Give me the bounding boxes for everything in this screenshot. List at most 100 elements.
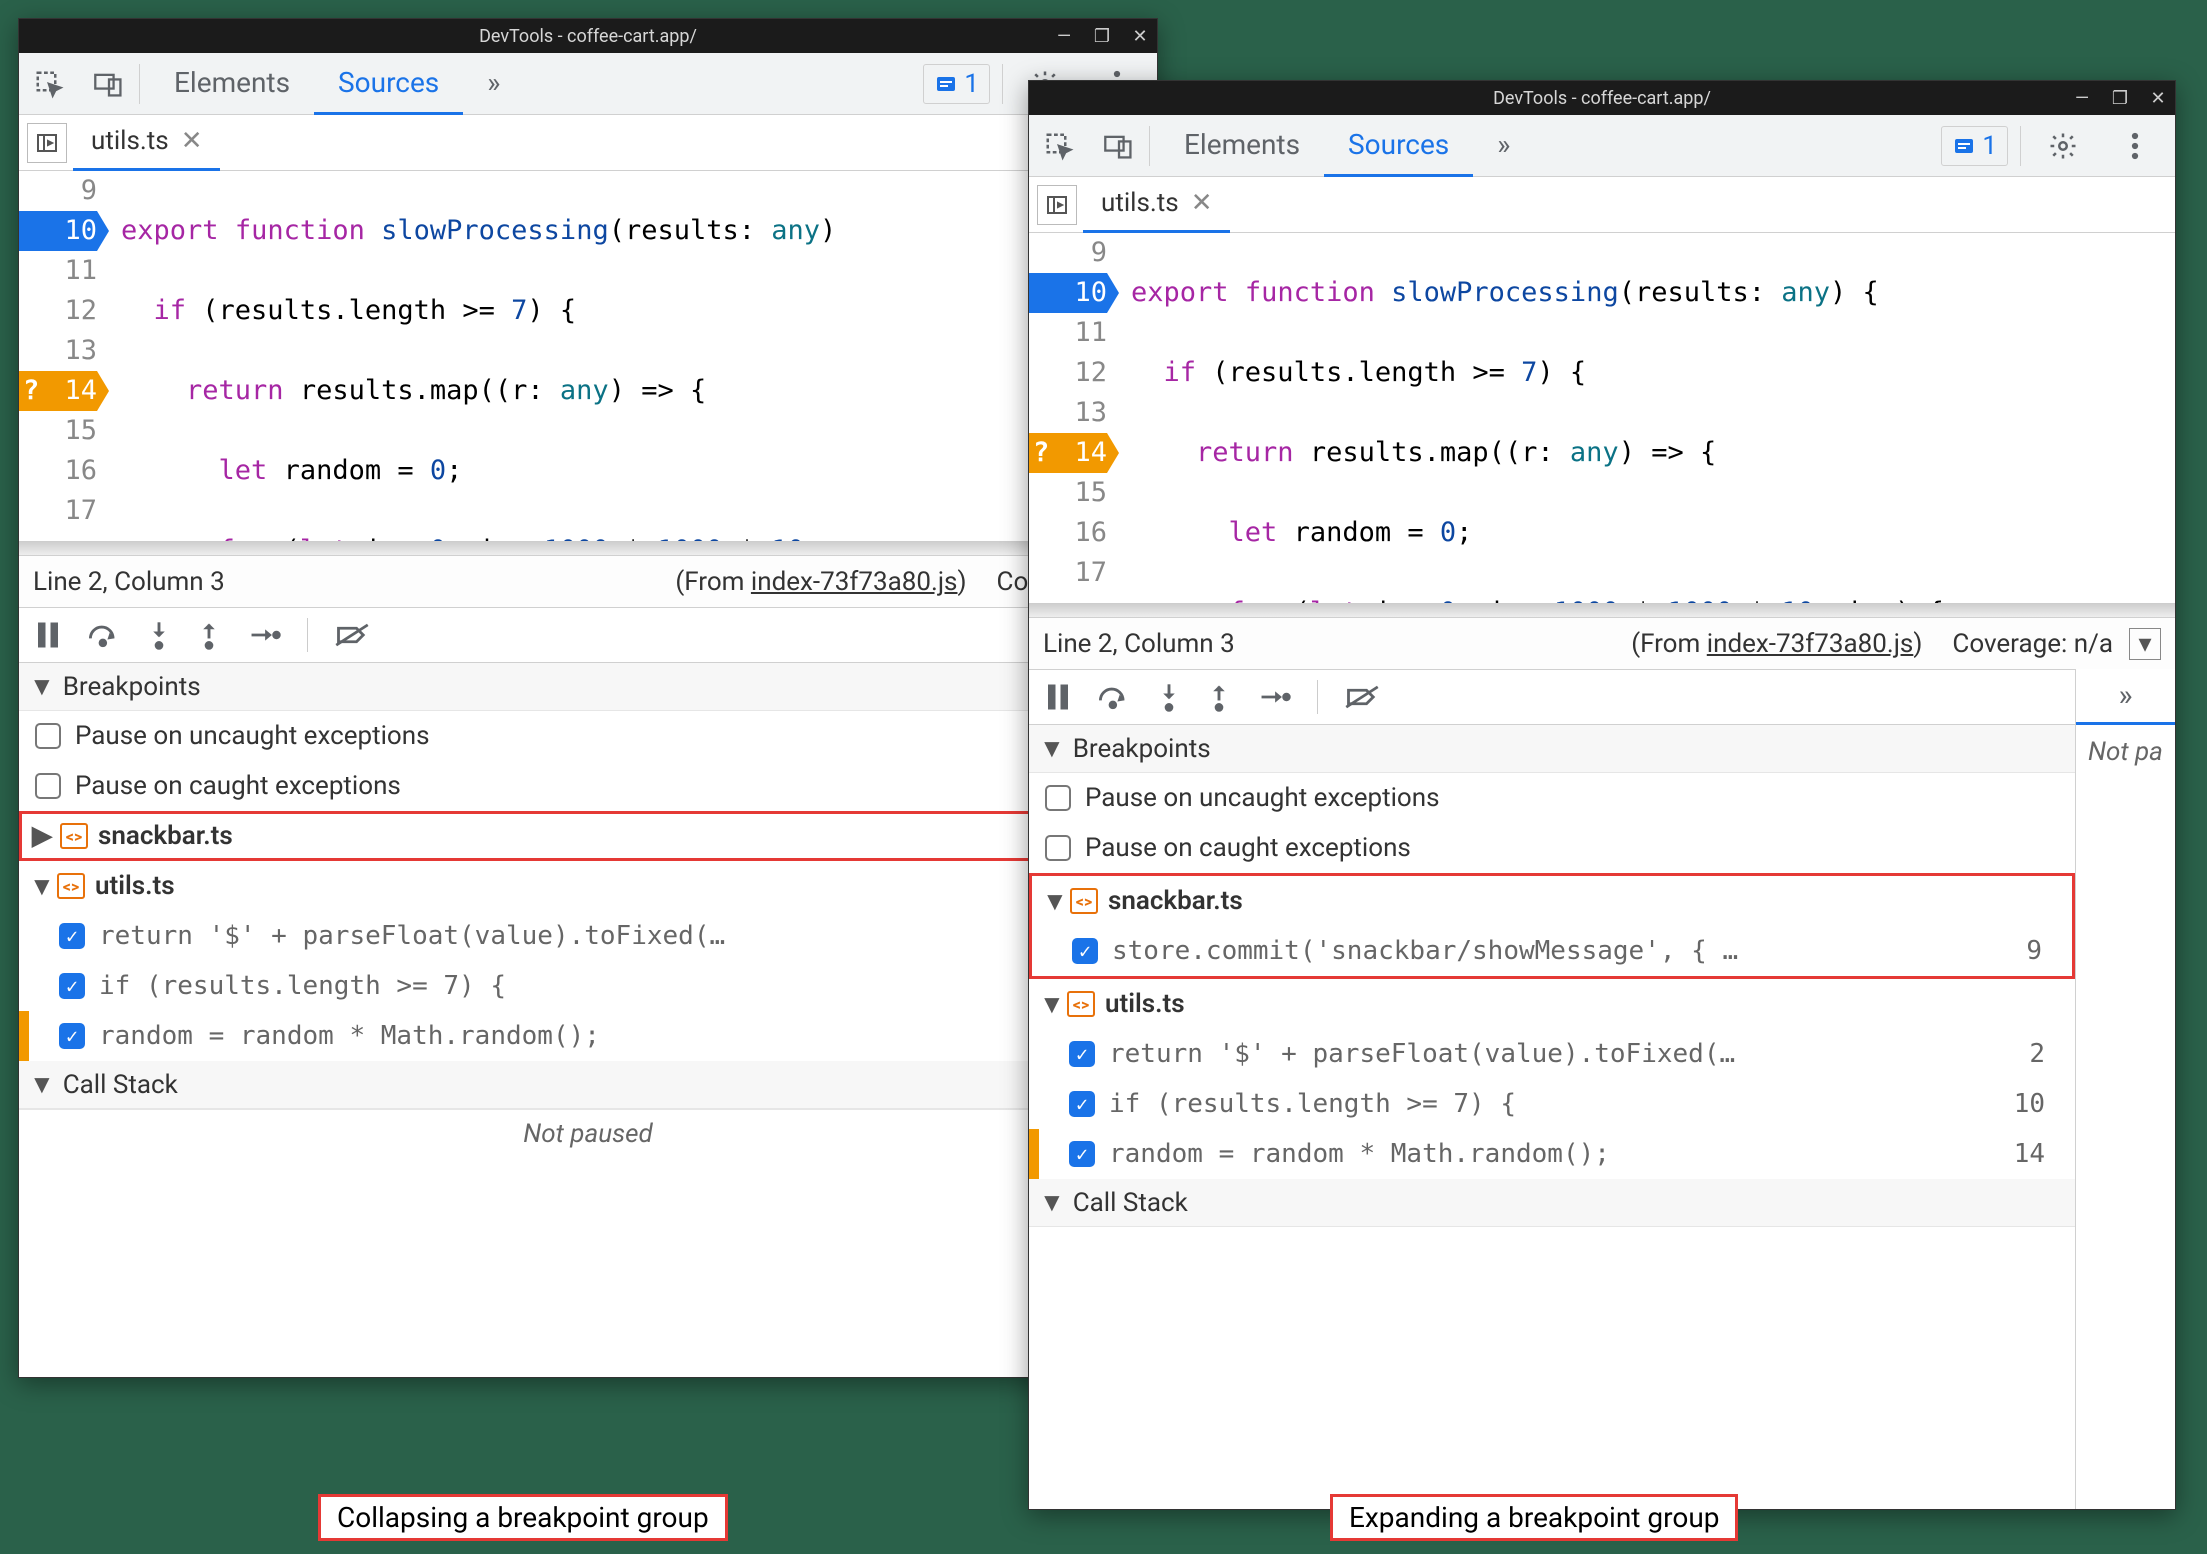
tab-elements[interactable]: Elements: [1160, 115, 1324, 177]
navigator-toggle-icon[interactable]: [1037, 185, 1077, 225]
sourcemap-link[interactable]: index-73f73a80.js: [1707, 629, 1914, 659]
gear-icon[interactable]: [2033, 131, 2093, 161]
cursor-position: Line 2, Column 3: [33, 567, 225, 597]
code-content[interactable]: export function slowProcessing(results: …: [109, 171, 836, 541]
divider: [1317, 680, 1318, 714]
step-out-icon[interactable]: [1207, 682, 1231, 712]
divider: [2020, 126, 2021, 166]
call-stack-empty: Not paused: [19, 1109, 1157, 1157]
checkbox[interactable]: ✓: [59, 973, 85, 999]
chevron-right-icon: ▶: [32, 821, 50, 851]
coverage-dropdown-icon[interactable]: ▾: [2129, 628, 2161, 660]
caption-right: Expanding a breakpoint group: [1330, 1494, 1738, 1541]
caption-left: Collapsing a breakpoint group: [318, 1494, 728, 1541]
close-window-button[interactable]: ✕: [1129, 26, 1151, 47]
breakpoint-row[interactable]: ✓ random = random * Math.random(); 14: [1029, 1129, 2075, 1179]
checkbox[interactable]: [35, 723, 61, 749]
step-over-icon[interactable]: [1097, 684, 1131, 710]
deactivate-breakpoints-icon[interactable]: [1344, 684, 1380, 710]
tab-overflow[interactable]: »: [1473, 115, 1534, 177]
breakpoint-group-snackbar[interactable]: ▶ <> snackbar.ts: [19, 811, 1157, 861]
step-icon[interactable]: [247, 625, 281, 645]
debugger-toolbar: [1029, 669, 2075, 725]
breakpoint-group-utils[interactable]: ▼ <> utils.ts: [1029, 979, 2075, 1029]
maximize-button[interactable]: ❐: [1091, 26, 1113, 47]
breakpoints-header[interactable]: ▼ Breakpoints: [19, 663, 1157, 711]
chevron-down-icon: ▼: [1039, 989, 1057, 1020]
checkbox[interactable]: ✓: [1072, 938, 1098, 964]
step-over-icon[interactable]: [87, 622, 121, 648]
checkbox[interactable]: ✓: [59, 1023, 85, 1049]
navigator-toggle-icon[interactable]: [27, 123, 67, 163]
callstack-header[interactable]: ▼ Call Stack: [19, 1061, 1157, 1109]
breakpoint-row[interactable]: ✓ random = random * Math.random(); 14: [19, 1011, 1157, 1061]
sourcemap-link[interactable]: index-73f73a80.js: [751, 567, 958, 597]
step-out-icon[interactable]: [197, 620, 221, 650]
close-icon[interactable]: ✕: [181, 126, 203, 156]
minimize-button[interactable]: —: [2071, 88, 2093, 109]
horizontal-scrollbar[interactable]: [19, 541, 1157, 555]
device-toggle-icon[interactable]: [1089, 131, 1149, 161]
code-editor[interactable]: 9 10 11 12 13 14 15 16 17 export functio…: [1029, 233, 2175, 603]
issues-badge[interactable]: 1: [1941, 126, 2008, 166]
debugger-toolbar: [19, 607, 1157, 663]
breakpoint-row[interactable]: ✓ store.commit('snackbar/showMessage', {…: [1032, 926, 2072, 976]
checkbox[interactable]: [1045, 785, 1071, 811]
file-tab-utils[interactable]: utils.ts ✕: [73, 115, 220, 171]
code-content[interactable]: export function slowProcessing(results: …: [1119, 233, 1944, 603]
window-titlebar: DevTools - coffee-cart.app/ — ❐ ✕: [1029, 81, 2175, 115]
pause-caught-row[interactable]: Pause on caught exceptions: [1029, 823, 2075, 873]
issues-badge[interactable]: 1: [923, 64, 990, 104]
deactivate-breakpoints-icon[interactable]: [334, 622, 370, 648]
breakpoint-row[interactable]: ✓ return '$' + parseFloat(value).toFixed…: [1029, 1029, 2075, 1079]
checkbox[interactable]: ✓: [1069, 1041, 1095, 1067]
chevron-down-icon: ▼: [1039, 1187, 1065, 1218]
divider: [139, 64, 140, 104]
checkbox[interactable]: ✓: [1069, 1091, 1095, 1117]
step-into-icon[interactable]: [147, 620, 171, 650]
chevron-down-icon: ▼: [29, 871, 47, 902]
issues-count: 1: [1982, 131, 1997, 161]
gutter[interactable]: 9 10 11 12 13 14 15 16 17: [19, 171, 109, 541]
minimize-button[interactable]: —: [1053, 26, 1075, 47]
step-icon[interactable]: [1257, 687, 1291, 707]
horizontal-scrollbar[interactable]: [1029, 603, 2175, 617]
step-into-icon[interactable]: [1157, 682, 1181, 712]
inspect-icon[interactable]: [19, 69, 79, 99]
breakpoints-pane: Pause on uncaught exceptions Pause on ca…: [1029, 773, 2075, 1179]
gutter[interactable]: 9 10 11 12 13 14 15 16 17: [1029, 233, 1119, 603]
chevron-down-icon: ▼: [29, 1069, 55, 1100]
close-window-button[interactable]: ✕: [2147, 88, 2169, 109]
file-tab-utils[interactable]: utils.ts ✕: [1083, 177, 1230, 233]
breakpoints-header[interactable]: ▼ Breakpoints: [1029, 725, 2075, 773]
breakpoint-row[interactable]: ✓ if (results.length >= 7) { 10: [1029, 1079, 2075, 1129]
sidebar-not-paused: Not pa: [2076, 725, 2175, 1509]
overflow-tabs-icon[interactable]: »: [2076, 669, 2175, 725]
inspect-icon[interactable]: [1029, 131, 1089, 161]
editor-statusbar: Line 2, Column 3 (From index-73f73a80.js…: [19, 555, 1157, 607]
tab-elements[interactable]: Elements: [150, 53, 314, 115]
breakpoint-row[interactable]: ✓ if (results.length >= 7) { 10: [19, 961, 1157, 1011]
tab-sources[interactable]: Sources: [314, 53, 463, 115]
ts-file-icon: <>: [1067, 991, 1095, 1017]
device-toggle-icon[interactable]: [79, 69, 139, 99]
breakpoint-row[interactable]: ✓ return '$' + parseFloat(value).toFixed…: [19, 911, 1157, 961]
pause-icon[interactable]: [35, 620, 61, 650]
breakpoint-group-snackbar[interactable]: ▼ <> snackbar.ts: [1032, 876, 2072, 926]
callstack-header[interactable]: ▼ Call Stack: [1029, 1179, 2075, 1227]
pause-caught-row[interactable]: Pause on caught exceptions: [19, 761, 1157, 811]
checkbox[interactable]: ✓: [59, 923, 85, 949]
code-editor[interactable]: 9 10 11 12 13 14 15 16 17 export functio…: [19, 171, 1157, 541]
checkbox[interactable]: [35, 773, 61, 799]
tab-overflow[interactable]: »: [463, 53, 524, 115]
checkbox[interactable]: ✓: [1069, 1141, 1095, 1167]
close-icon[interactable]: ✕: [1191, 188, 1213, 218]
pause-icon[interactable]: [1045, 682, 1071, 712]
tab-sources[interactable]: Sources: [1324, 115, 1473, 177]
pause-uncaught-row[interactable]: Pause on uncaught exceptions: [1029, 773, 2075, 823]
kebab-icon[interactable]: [2105, 131, 2165, 161]
breakpoint-group-utils[interactable]: ▼ <> utils.ts: [19, 861, 1157, 911]
pause-uncaught-row[interactable]: Pause on uncaught exceptions: [19, 711, 1157, 761]
maximize-button[interactable]: ❐: [2109, 88, 2131, 109]
checkbox[interactable]: [1045, 835, 1071, 861]
